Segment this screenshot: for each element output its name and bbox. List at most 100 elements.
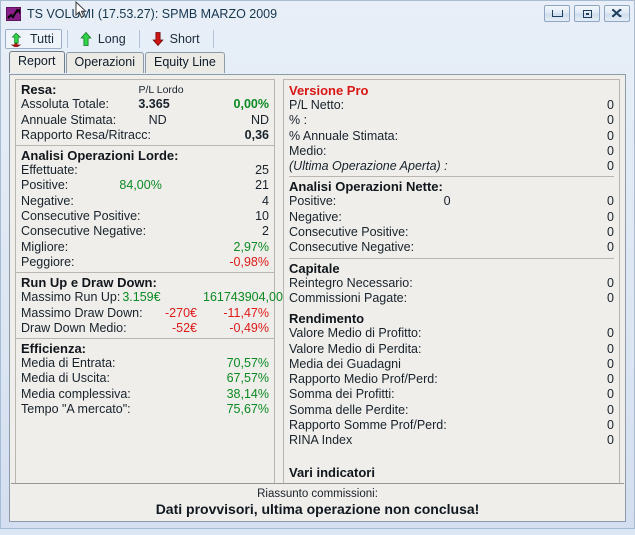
toolbar-label-tutti: Tutti [30, 31, 54, 46]
row-commissioni-pagate: Commissioni Pagate: 0 [289, 291, 614, 306]
toolbar-label-long: Long [97, 31, 126, 46]
value-nette-negative: 0 [607, 209, 614, 224]
close-button[interactable] [604, 5, 630, 22]
value-positive: 21 [255, 178, 269, 193]
label-positive: Positive: [21, 178, 69, 193]
label-draw-down-medio: Draw Down Medio: [21, 320, 127, 335]
toolbar-button-tutti[interactable]: Tutti [5, 28, 62, 49]
value-consecutive-negative: 2 [262, 224, 269, 239]
subheader-pl-lordo: P/L Lordo [138, 84, 184, 96]
row-consecutive-positive: Consecutive Positive: 10 [21, 209, 269, 224]
gross-stats-column: Resa: Assoluta Totale: P/L Lordo Assolut… [15, 79, 295, 485]
group-heading-efficienza: Efficienza: [21, 341, 87, 357]
close-icon [611, 8, 622, 18]
group-heading-runup: Run Up e Draw Down: [21, 275, 157, 291]
row-positive: Positive: 84,00% 21 [21, 178, 269, 193]
label-nette-consecutive-positive: Consecutive Positive: [289, 225, 409, 240]
maximize-button[interactable] [574, 5, 600, 22]
label-migliore: Migliore: [21, 239, 69, 254]
value-valore-medio-profitto: 0 [607, 326, 614, 341]
value-rapporto-somme-prof-perd: 0 [607, 418, 614, 433]
label-assoluta-totale: Assoluta Totale: [21, 97, 110, 112]
title-bar: TS VOLUMI (17.53.27): SPMB MARZO 2009 [1, 1, 634, 26]
value-nette-positive-mid: 0 [443, 194, 451, 209]
status-footer: Riassunto commissioni: Dati provvisori, … [11, 483, 624, 520]
group-analisi-lorde: Analisi Operazioni Lorde: Effettuate: 25… [15, 146, 275, 274]
toolbar-separator-1 [66, 29, 68, 48]
value-ultima-operazione-aperta: 0 [607, 159, 614, 174]
value-percent-annuale-stimata: 0 [607, 128, 614, 143]
value-negative: 4 [262, 193, 269, 208]
value-pl-netto: 0 [607, 98, 614, 112]
toolbar-separator-3 [212, 29, 214, 48]
row-percent-annuale-stimata: % Annuale Stimata: 0 [289, 129, 614, 144]
row-nette-negative: Negative: 0 [289, 210, 614, 225]
label-effettuate: Effettuate: [21, 163, 78, 178]
tab-report[interactable]: Report [9, 51, 65, 73]
label-media-uscita: Media di Uscita: [21, 371, 110, 386]
row-nette-positive: Positive: 0 0 [289, 194, 614, 209]
report-columns: Resa: Assoluta Totale: P/L Lordo Assolut… [15, 79, 620, 485]
minimize-button[interactable] [544, 5, 570, 22]
tab-operazioni[interactable]: Operazioni [65, 52, 144, 73]
row-nette-consecutive-negative: Consecutive Negative: 0 [289, 240, 614, 255]
label-medio: Medio: [289, 143, 327, 158]
value-media-uscita: 67,57% [226, 371, 269, 386]
value-rina-index: 0 [607, 433, 614, 448]
label-massimo-draw-down: Massimo Draw Down: [21, 305, 143, 320]
tab-strip: Report Operazioni Equity Line [1, 51, 634, 73]
label-nette-consecutive-negative: Consecutive Negative: [289, 240, 415, 255]
row-media-complessiva: Media complessiva: 38,14% [21, 387, 269, 402]
row-pl-netto: P/L Netto: 0 [289, 98, 614, 113]
value-commissioni-pagate: 0 [607, 290, 614, 305]
row-peggiore: Peggiore: -0,98% [21, 255, 269, 270]
group-heading-analisi-nette: Analisi Operazioni Nette: [289, 176, 614, 194]
footer-line-1: Riassunto commissioni: [257, 487, 378, 500]
row-massimo-draw-down: Massimo Draw Down: -270€ -11,47% [21, 306, 269, 321]
label-media-dei-guadagni: Media dei Guadagni [289, 356, 401, 371]
value-massimo-draw-down-eur: -270€ [165, 305, 197, 320]
value-somma-delle-perdite: 0 [607, 402, 614, 417]
tab-equity-line[interactable]: Equity Line [144, 52, 225, 73]
toolbar-label-short: Short [169, 31, 200, 46]
row-valore-medio-perdita: Valore Medio di Perdita: 0 [289, 342, 614, 357]
label-ultima-operazione-aperta: (Ultima Operazione Aperta) : [289, 159, 448, 174]
label-commissioni-pagate: Commissioni Pagate: [289, 290, 408, 305]
label-valore-medio-perdita: Valore Medio di Perdita: [289, 341, 422, 356]
group-heading-versione-pro: Versione Pro [289, 83, 369, 98]
label-annuale-stimata: Annuale Stimata: [21, 112, 117, 127]
row-rapporto-resa-ritracc: Rapporto Resa/Ritracc: 0,36 [21, 128, 269, 143]
row-consecutive-negative: Consecutive Negative: 2 [21, 224, 269, 239]
value-annuale-stimata-mid: ND [148, 112, 167, 127]
row-valore-medio-profitto: Valore Medio di Profitto: 0 [289, 326, 614, 341]
row-media-uscita: Media di Uscita: 67,57% [21, 371, 269, 386]
chart-line-icon [6, 6, 21, 21]
row-percent: % : 0 [289, 113, 614, 128]
toolbar: Tutti Long Short [1, 26, 634, 51]
toolbar-separator-2 [138, 29, 140, 48]
row-medio: Medio: 0 [289, 144, 614, 159]
label-nette-positive: Positive: [289, 194, 337, 209]
value-medio: 0 [607, 143, 614, 158]
group-heading-rendimento: Rendimento [289, 311, 365, 327]
application-window: TS VOLUMI (17.53.27): SPMB MARZO 2009 Tu… [0, 0, 635, 529]
group-versione-pro: Versione Pro P/L Netto: 0 % : 0 % Annual… [283, 79, 620, 485]
label-somma-delle-perdite: Somma delle Perdite: [289, 402, 409, 417]
label-reintegro-necessario: Reintegro Necessario: [289, 275, 413, 290]
toolbar-button-long[interactable]: Long [73, 29, 134, 49]
value-media-dei-guadagni: 0 [607, 356, 614, 371]
value-annuale-stimata: ND [250, 112, 269, 127]
value-reintegro-necessario: 0 [607, 275, 614, 290]
row-effettuate: Effettuate: 25 [21, 163, 269, 178]
label-negative: Negative: [21, 193, 74, 208]
label-nette-negative: Negative: [289, 209, 342, 224]
value-migliore: 2,97% [233, 239, 269, 254]
toolbar-button-short[interactable]: Short [145, 29, 208, 49]
label-somma-dei-profitti: Somma dei Profitti: [289, 387, 395, 402]
value-assoluta-totale: 0,00% [233, 97, 269, 112]
group-resa: Resa: Assoluta Totale: P/L Lordo Assolut… [15, 79, 275, 147]
footer-line-2: Dati provvisori, ultima operazione non c… [155, 500, 480, 517]
value-massimo-run-up-pct: 161743904,00% [203, 290, 295, 305]
group-heading-analisi-lorde: Analisi Operazioni Lorde: [21, 148, 179, 164]
window-title: TS VOLUMI (17.53.27): SPMB MARZO 2009 [27, 6, 278, 21]
